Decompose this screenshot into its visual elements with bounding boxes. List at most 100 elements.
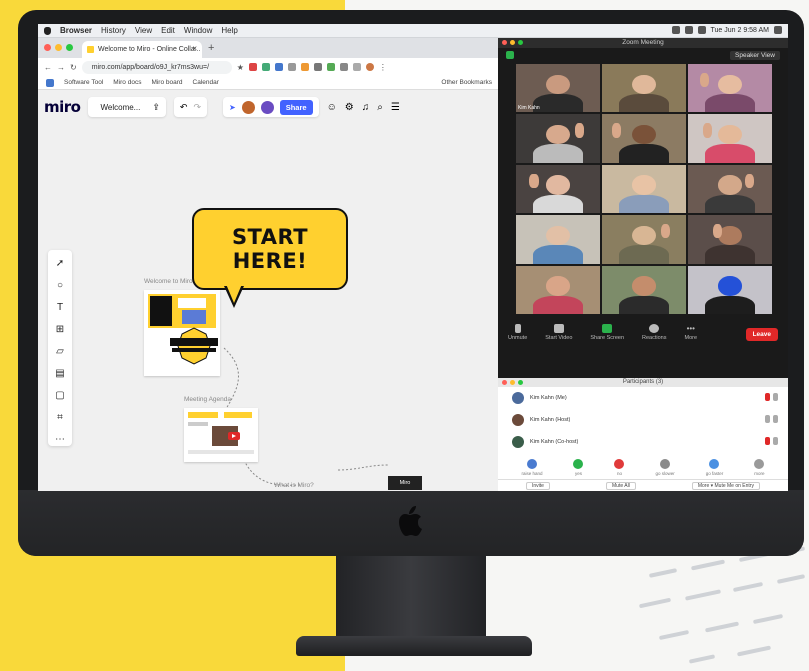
speaker-view-button[interactable]: Speaker View — [730, 50, 780, 60]
video-tile[interactable] — [688, 64, 772, 113]
extension-icon[interactable] — [339, 63, 348, 71]
frame-label[interactable]: Welcome to Miro — [144, 278, 193, 285]
participant-row[interactable]: Kim Kahn (Co-host) — [498, 431, 788, 453]
video-tile[interactable] — [602, 265, 686, 314]
video-tile[interactable] — [688, 215, 772, 264]
bookmark-item[interactable]: Miro docs — [113, 79, 141, 86]
start-here-callout[interactable]: START HERE! — [192, 208, 348, 308]
yes-button[interactable]: yes — [573, 459, 584, 476]
video-tile[interactable] — [688, 164, 772, 214]
minimize-window-icon[interactable] — [55, 44, 62, 51]
extension-icon[interactable] — [287, 63, 296, 71]
video-off-icon — [773, 393, 778, 401]
tab-strip: Welcome to Miro - Online Colla... × + — [38, 38, 498, 58]
video-tile[interactable] — [688, 114, 772, 163]
bookmark-star-icon[interactable]: ★ — [237, 63, 244, 72]
miro-board[interactable]: miro Welcome... ⇪ ↶ ↷ ➤ Share ☺ ⚙ ♫ ⌕ ☰ … — [38, 90, 498, 491]
extension-icon[interactable] — [352, 63, 361, 71]
spotlight-search-icon[interactable] — [774, 26, 782, 34]
mute-all-button[interactable]: Mute All — [606, 481, 636, 490]
menu-item[interactable]: Browser — [60, 26, 92, 35]
check-icon — [573, 459, 584, 469]
more-options-button[interactable]: More ▾ Mute Me on Entry — [691, 481, 760, 490]
menu-item[interactable]: History — [101, 26, 126, 35]
close-tab-icon[interactable]: × — [192, 44, 197, 53]
extension-icon[interactable] — [300, 63, 309, 71]
no-button[interactable]: no — [614, 459, 625, 476]
video-icon — [773, 415, 778, 423]
menu-item[interactable]: Window — [184, 26, 212, 35]
profile-avatar-icon[interactable] — [365, 63, 374, 71]
bookmark-item[interactable]: Miro board — [151, 79, 182, 86]
raise-hand-button[interactable]: raise hand — [521, 459, 543, 476]
back-icon[interactable]: ← — [44, 63, 52, 72]
maximize-window-icon[interactable] — [518, 380, 523, 385]
bookmark-item[interactable]: Calendar — [193, 79, 219, 86]
new-tab-icon[interactable]: + — [208, 42, 214, 54]
menu-item[interactable]: View — [135, 26, 152, 35]
participant-name: Kim Kahn (Co-host) — [530, 439, 579, 445]
forward-icon[interactable]: → — [57, 63, 65, 72]
video-off-icon — [773, 437, 778, 445]
video-tile[interactable] — [602, 114, 686, 163]
close-window-icon[interactable] — [502, 40, 507, 45]
browser-tab[interactable]: Welcome to Miro - Online Colla... × — [82, 41, 202, 58]
tab-title: Welcome to Miro - Online Colla... — [98, 46, 201, 53]
video-tile[interactable]: Kim Kahn — [516, 64, 600, 113]
participant-row[interactable]: Kim Kahn (Me) — [498, 387, 788, 409]
apps-icon[interactable] — [46, 78, 54, 87]
go-faster-button[interactable]: go faster — [706, 459, 723, 476]
extension-icon[interactable] — [326, 63, 335, 71]
video-tile[interactable] — [516, 164, 600, 214]
browser-menu-icon[interactable]: ⋮ — [379, 63, 387, 72]
bookmark-item[interactable]: Other Bookmarks — [441, 79, 498, 86]
menu-item[interactable]: Help — [221, 26, 237, 35]
maximize-window-icon[interactable] — [66, 44, 73, 51]
apple-menu-icon[interactable] — [44, 26, 51, 35]
agenda-frame-card[interactable] — [184, 408, 258, 462]
browser-window: Welcome to Miro - Online Colla... × + ← … — [38, 38, 498, 491]
video-tile[interactable] — [516, 215, 600, 264]
extension-icon[interactable] — [313, 63, 322, 71]
screen: Browser History View Edit Window Help Tu… — [38, 24, 788, 491]
reload-icon[interactable]: ↻ — [70, 63, 77, 72]
welcome-frame-card[interactable] — [144, 290, 220, 376]
muted-mic-icon — [765, 393, 770, 401]
share-screen-button[interactable]: Share Screen — [590, 324, 624, 341]
start-video-button[interactable]: Start Video — [545, 324, 572, 341]
wifi-icon[interactable] — [671, 26, 680, 34]
video-tile[interactable] — [602, 164, 686, 214]
video-tile[interactable] — [602, 215, 686, 264]
menu-item[interactable]: Edit — [161, 26, 175, 35]
security-shield-icon[interactable] — [506, 51, 514, 59]
bookmark-item[interactable]: Software Tool — [64, 79, 103, 86]
extension-icon[interactable] — [261, 63, 270, 71]
participant-row[interactable]: Kim Kahn (Host) — [498, 409, 788, 431]
nonverbal-feedback-row: raise hand yes no go slower go faster mo… — [498, 453, 788, 476]
video-tile[interactable] — [516, 114, 600, 163]
minimize-window-icon[interactable] — [510, 380, 515, 385]
frame-label[interactable]: Meeting Agenda — [184, 396, 231, 403]
extension-icon[interactable] — [248, 63, 257, 71]
invite-button[interactable]: Invite — [526, 481, 550, 490]
reactions-button[interactable]: Reactions — [642, 324, 667, 341]
leave-button[interactable]: Leave — [745, 328, 778, 341]
volume-icon[interactable] — [697, 26, 706, 34]
maximize-window-icon[interactable] — [518, 40, 523, 45]
video-tile[interactable] — [516, 265, 600, 314]
minimize-window-icon[interactable] — [510, 40, 515, 45]
close-window-icon[interactable] — [44, 44, 51, 51]
more-button[interactable]: ••• More — [685, 324, 698, 341]
video-tile[interactable] — [688, 265, 772, 314]
video-tile[interactable] — [602, 64, 686, 113]
go-slower-button[interactable]: go slower — [655, 459, 675, 476]
dark-card[interactable]: Miro — [388, 476, 422, 490]
close-window-icon[interactable] — [502, 380, 507, 385]
extension-icon[interactable] — [274, 63, 283, 71]
address-bar[interactable]: miro.com/app/board/o9J_kr7ms3wu=/ — [81, 60, 232, 74]
more-feedback-button[interactable]: more — [754, 459, 764, 476]
battery-icon[interactable] — [684, 26, 693, 34]
frame-label[interactable]: What is Miro? — [274, 482, 314, 489]
menubar-clock[interactable]: Tue Jun 2 9:58 AM — [711, 27, 770, 34]
unmute-button[interactable]: Unmute — [508, 324, 527, 341]
